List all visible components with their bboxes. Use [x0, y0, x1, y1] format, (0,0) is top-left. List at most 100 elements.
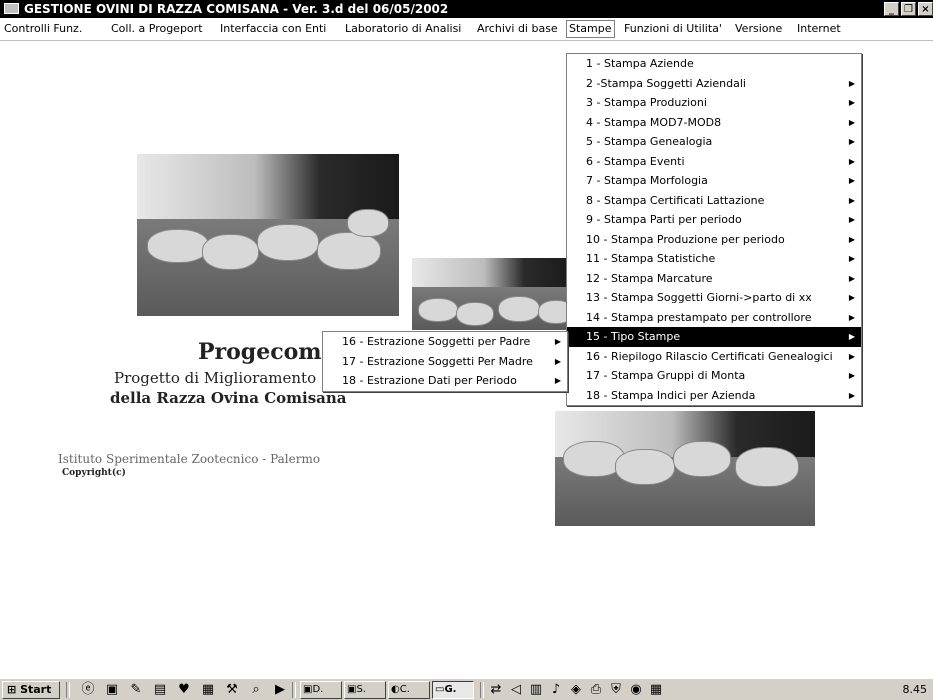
submenu-arrow-icon: ▶	[848, 273, 855, 283]
submenu-arrow-icon: ▶	[848, 390, 855, 400]
start-label: Start	[20, 683, 52, 696]
submenu-arrow-icon: ▶	[848, 293, 855, 302]
submenu-arrow-icon: ▶	[848, 312, 855, 322]
submenu-arrow-icon: ▶	[848, 156, 855, 166]
submenu-arrow-icon: ▶	[848, 254, 855, 263]
tool-icon[interactable]: ⚒	[224, 682, 240, 698]
menu-archivi[interactable]: Archivi di base	[475, 21, 560, 37]
stampe-menu-item-label: 14 - Stampa prestampato per controllore	[586, 310, 812, 324]
stampe-menu-item[interactable]: 16 - Riepilogo Rilascio Certificati Gene…	[567, 347, 861, 367]
submenu-arrow-icon: ▶	[848, 176, 855, 185]
task-label: D.	[312, 684, 324, 695]
terminal-icon[interactable]: ▦	[200, 682, 216, 698]
submenu-arrow-icon: ▶	[554, 337, 561, 346]
tray-app-icon[interactable]: ◉	[628, 682, 644, 698]
submenu-arrow-icon: ▶	[848, 215, 855, 224]
window-icon[interactable]	[4, 3, 19, 14]
taskbar-separator	[292, 682, 296, 698]
task-label: S.	[356, 684, 366, 695]
ie-icon[interactable]: ⓔ	[80, 682, 96, 698]
calendar-icon[interactable]: ▦	[648, 682, 664, 698]
antivirus-icon[interactable]: ◈	[568, 682, 584, 698]
menu-internet[interactable]: Internet	[795, 21, 843, 37]
menu-progeport[interactable]: Coll. a Progeport	[109, 21, 205, 37]
stampe-menu-item-label: 8 - Stampa Certificati Lattazione	[586, 193, 765, 207]
tipo-stampe-submenu: 16 - Estrazione Soggetti per Padre ▶ 17 - …	[322, 331, 568, 392]
stampe-menu-item[interactable]: 11 - Stampa Statistiche ▶	[567, 249, 861, 269]
stampe-menu-item-label: 10 - Stampa Produzione per periodo	[586, 232, 785, 246]
stampe-menu-item[interactable]: 6 - Stampa Eventi ▶	[567, 152, 861, 172]
stampe-menu-item[interactable]: 1 - Stampa Aziende	[567, 54, 861, 74]
chat-icon[interactable]: ♥	[176, 682, 192, 698]
folder-icon[interactable]: ▣	[104, 682, 120, 698]
submenu-arrow-icon: ▶	[848, 78, 855, 88]
stampe-menu-item[interactable]: 5 - Stampa Genealogia ▶	[567, 132, 861, 152]
stampe-menu-item[interactable]: 15 - Tipo Stampe ▶	[567, 327, 861, 347]
stampe-menu-item[interactable]: 14 - Stampa prestampato per controllore ▶	[567, 308, 861, 328]
tipo-stampe-item-label: 18 - Estrazione Dati per Periodo	[342, 374, 517, 387]
submenu-arrow-icon: ▶	[554, 376, 561, 385]
play-icon[interactable]: ▶	[272, 682, 288, 698]
stampe-menu-item-label: 16 - Riepilogo Rilascio Certificati Gene…	[586, 349, 833, 363]
shield-icon[interactable]: ⛨	[608, 682, 624, 698]
menu-laboratorio[interactable]: Laboratorio di Analisi	[343, 21, 463, 37]
stampe-menu-item[interactable]: 9 - Stampa Parti per periodo ▶	[567, 210, 861, 230]
submenu-arrow-icon: ▶	[554, 356, 561, 366]
network-icon[interactable]: ⇄	[488, 682, 504, 698]
task-button-c[interactable]: ◐C.	[388, 681, 430, 699]
minimize-button[interactable]: _	[884, 2, 899, 16]
menu-stampe[interactable]: Stampe	[566, 20, 615, 38]
menu-interfaccia[interactable]: Interfaccia con Enti	[218, 21, 328, 37]
stampe-menu-item[interactable]: 4 - Stampa MOD7-MOD8 ▶	[567, 113, 861, 133]
tipo-stampe-item[interactable]: 17 - Estrazione Soggetti Per Madre ▶	[323, 352, 567, 372]
windows-logo-icon: ⊞	[7, 683, 17, 696]
brand-name: Progecom	[198, 339, 322, 365]
task-button-g[interactable]: ▭G.	[432, 681, 474, 699]
stampe-menu-item-label: 9 - Stampa Parti per periodo	[586, 213, 742, 226]
stampe-menu-item-label: 11 - Stampa Statistiche	[586, 252, 716, 265]
tipo-stampe-item[interactable]: 16 - Estrazione Soggetti per Padre ▶	[323, 332, 567, 352]
close-button[interactable]: ×	[918, 2, 933, 16]
task-label: C.	[399, 684, 410, 695]
stampe-menu-item[interactable]: 3 - Stampa Produzioni ▶	[567, 93, 861, 113]
sheep-photo-2	[412, 258, 572, 330]
stampe-menu-item-label: 5 - Stampa Genealogia	[586, 135, 713, 148]
task-button-d[interactable]: ▣D.	[300, 681, 342, 699]
stampe-dropdown: 1 - Stampa Aziende 2 -Stampa Soggetti Azi…	[566, 53, 862, 406]
edit-icon[interactable]: ✎	[128, 682, 144, 698]
document-icon[interactable]: ▤	[152, 682, 168, 698]
stampe-menu-item[interactable]: 2 -Stampa Soggetti Aziendali ▶	[567, 74, 861, 94]
submenu-arrow-icon: ▶	[848, 234, 855, 244]
submenu-arrow-icon: ▶	[848, 98, 855, 107]
stampe-menu-item-label: 4 - Stampa MOD7-MOD8	[586, 115, 722, 129]
stampe-menu-item-label: 17 - Stampa Gruppi di Monta	[586, 369, 746, 382]
submenu-arrow-icon: ▶	[848, 371, 855, 380]
menu-controlli[interactable]: Controlli Funz.	[2, 21, 84, 37]
stampe-menu-item[interactable]: 12 - Stampa Marcature ▶	[567, 269, 861, 289]
volume-icon[interactable]: ◁	[508, 682, 524, 698]
stampe-menu-item-label: 12 - Stampa Marcature	[586, 271, 713, 285]
menu-funzioni[interactable]: Funzioni di Utilita'	[622, 21, 724, 37]
search-icon[interactable]: ⌕	[248, 682, 264, 698]
printer-icon[interactable]: ⎙	[588, 682, 604, 698]
submenu-arrow-icon: ▶	[848, 137, 855, 146]
stampe-menu-item[interactable]: 13 - Stampa Soggetti Giorni->parto di xx…	[567, 288, 861, 308]
app-icon: ◐	[391, 684, 400, 695]
stampe-menu-item[interactable]: 7 - Stampa Morfologia ▶	[567, 171, 861, 191]
speaker-icon[interactable]: ♪	[548, 682, 564, 698]
start-button[interactable]: ⊞ Start	[2, 681, 60, 699]
stampe-menu-item[interactable]: 18 - Stampa Indici per Azienda ▶	[567, 386, 861, 406]
task-button-s[interactable]: ▣S.	[344, 681, 386, 699]
tipo-stampe-item[interactable]: 18 - Estrazione Dati per Periodo ▶	[323, 371, 567, 391]
copyright-label: Copyright(c)	[62, 468, 126, 478]
restore-button[interactable]: ❐	[901, 2, 916, 16]
monitor-icon[interactable]: ▥	[528, 682, 544, 698]
stampe-menu-item[interactable]: 8 - Stampa Certificati Lattazione ▶	[567, 191, 861, 211]
menu-versione[interactable]: Versione	[733, 21, 784, 37]
stampe-menu-item-label: 18 - Stampa Indici per Azienda	[586, 388, 756, 402]
stampe-menu-item-label: 1 - Stampa Aziende	[586, 57, 694, 70]
stampe-menu-item-label: 13 - Stampa Soggetti Giorni->parto di xx	[586, 291, 812, 304]
stampe-menu-item[interactable]: 10 - Stampa Produzione per periodo ▶	[567, 230, 861, 250]
tipo-stampe-item-label: 17 - Estrazione Soggetti Per Madre	[342, 354, 533, 368]
stampe-menu-item[interactable]: 17 - Stampa Gruppi di Monta ▶	[567, 366, 861, 386]
